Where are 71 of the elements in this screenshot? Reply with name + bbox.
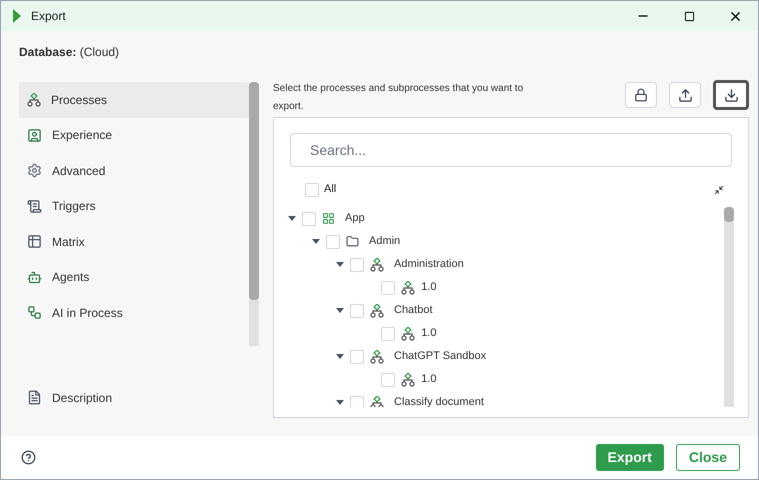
checkbox[interactable] (302, 212, 316, 226)
expand-toggle[interactable] (336, 262, 344, 267)
checkbox[interactable] (350, 258, 364, 272)
checkbox[interactable] (305, 182, 319, 196)
expand-toggle[interactable] (336, 400, 344, 405)
process-icon (401, 280, 416, 294)
settings-icon (27, 163, 42, 178)
lock-icon (634, 88, 648, 102)
scrollbar-thumb[interactable] (249, 82, 259, 300)
upload-button[interactable] (669, 82, 701, 108)
download-button[interactable] (713, 80, 749, 110)
sidebar-item[interactable]: Triggers (19, 188, 249, 224)
export-button[interactable]: Export (596, 444, 664, 471)
instructions-text: Select the processes and subprocesses that you want to export. (273, 82, 524, 114)
checkbox[interactable] (381, 280, 396, 294)
app-logo-icon (12, 9, 22, 23)
all-label[interactable]: All (324, 181, 336, 198)
database-value: (Cloud) (80, 45, 120, 59)
checkbox[interactable] (350, 396, 364, 407)
agent-icon (27, 270, 42, 285)
expand-toggle[interactable] (288, 216, 296, 221)
sidebar-item[interactable]: Advanced (19, 153, 249, 188)
folder-icon (346, 235, 359, 248)
tree-item-label[interactable]: 1.0 (421, 279, 436, 296)
process-icon (27, 92, 41, 107)
tree-item-label[interactable]: Admin (369, 233, 400, 250)
checkbox[interactable] (381, 372, 396, 386)
process-icon (401, 326, 416, 340)
lock-button[interactable] (625, 82, 657, 108)
scrollbar[interactable] (249, 82, 259, 346)
window-title: Export (31, 8, 66, 25)
scroll-icon (27, 198, 42, 214)
sidebar-item[interactable]: AI in Process (19, 295, 249, 330)
close-button[interactable]: Close (676, 444, 740, 471)
process-icon (401, 372, 416, 386)
tree-item-label[interactable]: Administration (394, 256, 464, 273)
tree-item-label[interactable]: App (345, 210, 365, 227)
process-icon (370, 396, 384, 407)
sidebar-item[interactable]: Agents (19, 260, 249, 295)
help-icon[interactable] (21, 450, 36, 465)
sidebar-item[interactable]: Description (19, 380, 259, 415)
checkbox[interactable] (350, 304, 364, 318)
checkbox[interactable] (381, 326, 396, 340)
grid-icon (322, 212, 335, 225)
download-icon (724, 88, 738, 102)
expand-toggle[interactable] (336, 308, 344, 313)
expand-toggle[interactable] (336, 354, 344, 359)
checkbox[interactable] (326, 234, 340, 248)
tree-item-label[interactable]: 1.0 (421, 371, 436, 388)
table-icon (27, 234, 42, 250)
sidebar-item[interactable]: Processes (19, 82, 249, 118)
upload-icon (678, 88, 692, 102)
document-icon (27, 390, 42, 405)
tree-item-label[interactable]: 1.0 (421, 325, 436, 342)
search-field[interactable]: Search... (290, 133, 732, 167)
scrollbar[interactable] (724, 207, 734, 407)
tree-item-label[interactable]: Chatbot (394, 302, 433, 319)
process-icon (370, 304, 384, 318)
sidebar-item[interactable]: Matrix (19, 224, 249, 260)
person-card-icon (27, 128, 42, 143)
expand-toggle[interactable] (312, 239, 320, 244)
maximize-icon (684, 10, 694, 22)
process-icon (370, 350, 384, 364)
flow-icon (27, 305, 42, 320)
database-label: Database: (19, 45, 76, 59)
process-icon (370, 258, 384, 272)
sidebar-item[interactable]: Experience (19, 118, 249, 153)
scrollbar-thumb[interactable] (724, 207, 734, 222)
checkbox[interactable] (350, 350, 364, 364)
tree-item-label[interactable]: ChatGPT Sandbox (394, 348, 486, 365)
collapse-icon[interactable] (714, 184, 724, 194)
